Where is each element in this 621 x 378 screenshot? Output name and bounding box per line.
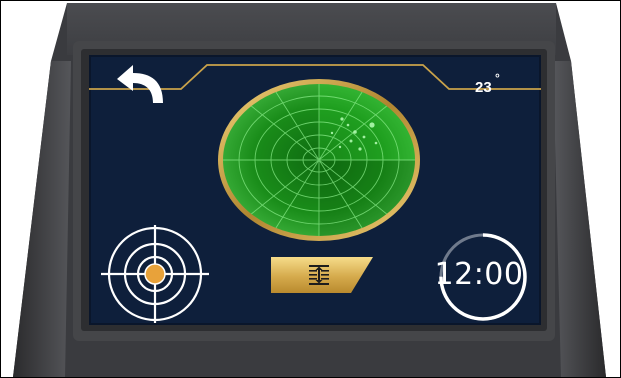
radar-display[interactable] [214, 77, 424, 243]
adjust-button[interactable] [267, 257, 375, 293]
display-screen: 23 ° 12:00 [89, 55, 541, 325]
device-photo-frame: 23 ° 12:00 [0, 0, 621, 378]
timer-button[interactable]: 12:00 [425, 229, 541, 325]
radar-icon [218, 79, 420, 241]
temperature-readout: 23 ° [475, 71, 523, 99]
target-button[interactable] [97, 225, 217, 323]
back-arrow-icon [117, 65, 163, 103]
timer-time: 12:00 [434, 257, 524, 292]
adjust-button-shape [271, 257, 373, 293]
temperature-unit: ° [495, 71, 500, 85]
target-icon [101, 225, 209, 323]
temperature-value: 23 [475, 79, 492, 96]
back-button[interactable] [111, 63, 169, 105]
